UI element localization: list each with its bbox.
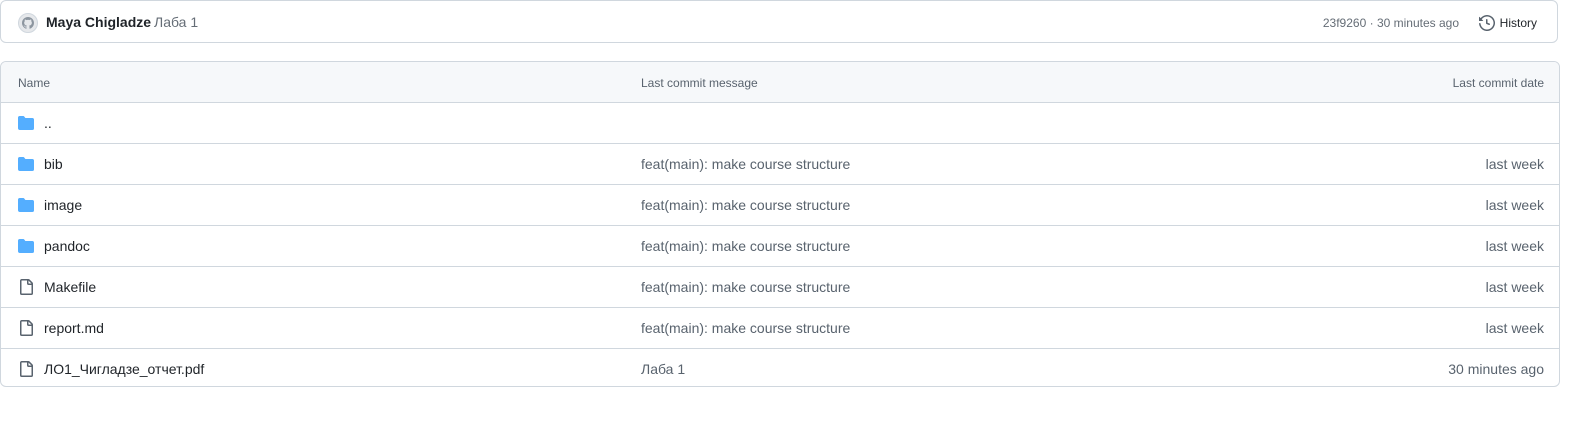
row-commit-date: 30 minutes ago	[1448, 361, 1544, 377]
row-commit-date: last week	[1485, 279, 1544, 295]
table-row[interactable]: ЛО1_Чигладзе_отчет.pdf Лаба 1 30 minutes a…	[1, 349, 1559, 386]
history-label: History	[1499, 16, 1537, 30]
folder-icon	[18, 197, 34, 213]
file-icon	[18, 361, 34, 377]
github-avatar-icon[interactable]	[18, 13, 38, 33]
row-commit-message-link[interactable]: feat(main): make course structure	[641, 156, 850, 172]
column-header-date: Last commit date	[1452, 76, 1544, 90]
row-commit-date: last week	[1485, 156, 1544, 172]
table-row[interactable]: report.md feat(main): make course structu…	[1, 308, 1559, 349]
commit-meta: 23f9260 · 30 minutes ago	[1323, 16, 1459, 30]
commit-author-link[interactable]: Maya Chigladze	[46, 14, 151, 30]
row-name-link[interactable]: bib	[44, 156, 63, 172]
history-clock-icon	[1478, 15, 1495, 31]
file-icon	[18, 320, 34, 336]
row-name-link[interactable]: report.md	[44, 320, 104, 336]
table-row[interactable]: bib feat(main): make course structure last…	[1, 144, 1559, 185]
commit-sha-link[interactable]: 23f9260	[1323, 16, 1366, 30]
commit-time: 30 minutes ago	[1376, 16, 1459, 30]
file-table: Name Last commit message Last commit dat…	[0, 61, 1560, 387]
row-commit-message-link[interactable]: feat(main): make course structure	[641, 238, 850, 254]
table-row[interactable]: Makefile feat(main): make course structur…	[1, 267, 1559, 308]
row-commit-message-link[interactable]: feat(main): make course structure	[641, 197, 850, 213]
row-commit-message-link[interactable]: feat(main): make course structure	[641, 320, 850, 336]
row-commit-date: last week	[1485, 320, 1544, 336]
commit-meta-separator: ·	[1366, 16, 1377, 30]
table-row[interactable]: image feat(main): make course structure la…	[1, 185, 1559, 226]
file-icon	[18, 279, 34, 295]
folder-icon	[18, 115, 34, 131]
row-commit-date: last week	[1485, 238, 1544, 254]
row-commit-date: last week	[1485, 197, 1544, 213]
github-mark-icon	[22, 17, 34, 29]
row-commit-message-link[interactable]: Лаба 1	[641, 361, 685, 377]
row-name-link[interactable]: ..	[44, 115, 52, 131]
commit-message-link[interactable]: Лаба 1	[154, 14, 198, 30]
row-name-link[interactable]: image	[44, 197, 82, 213]
row-name-link[interactable]: Makefile	[44, 279, 96, 295]
row-name-link[interactable]: ЛО1_Чигладзе_отчет.pdf	[44, 361, 204, 377]
table-body: .. bib feat(main): make course structure la…	[1, 103, 1559, 386]
folder-icon	[18, 156, 34, 172]
table-row[interactable]: pandoc feat(main): make course structure l…	[1, 226, 1559, 267]
column-header-name: Name	[18, 76, 51, 90]
folder-icon	[18, 238, 34, 254]
latest-commit-bar: Maya Chigladze Лаба 1 23f9260 · 30 minut…	[0, 0, 1558, 43]
history-button[interactable]: History	[1478, 12, 1537, 34]
table-row[interactable]: ..	[1, 103, 1559, 144]
column-header-message: Last commit message	[641, 76, 758, 90]
table-header: Name Last commit message Last commit dat…	[1, 62, 1559, 103]
row-name-link[interactable]: pandoc	[44, 238, 90, 254]
row-commit-message-link[interactable]: feat(main): make course structure	[641, 279, 850, 295]
